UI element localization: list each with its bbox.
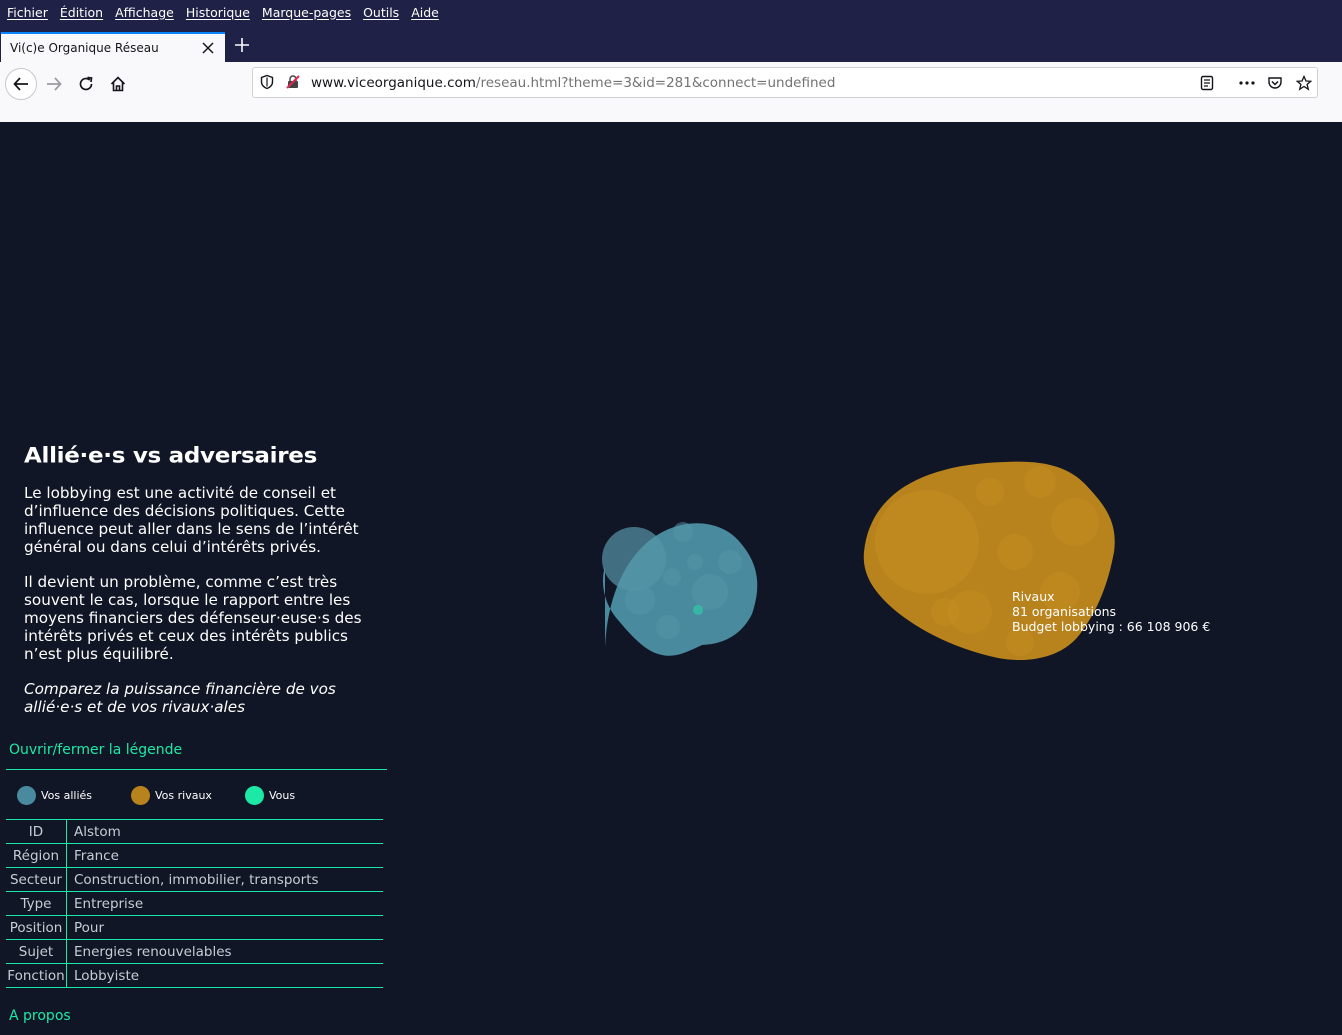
info-value: France [66,843,383,868]
menu-marque-pages[interactable]: Marque-pages [262,5,351,20]
table-row: Sujet Energies renouvelables [6,939,383,964]
home-icon[interactable] [102,68,134,100]
menu-historique[interactable]: Historique [186,5,250,20]
tab-bar: Vi(c)e Organique Réseau [0,24,1342,62]
menu-outils[interactable]: Outils [363,5,399,20]
url-bar[interactable]: www.viceorganique.com/reseau.html?theme=… [252,67,1318,98]
reload-icon[interactable] [70,68,102,100]
info-key: Type [6,891,67,916]
toolbar-strip [0,106,1342,122]
info-value: Lobbyiste [66,963,383,988]
legend-item-allies: Vos alliés [17,786,92,805]
table-row: Type Entreprise [6,891,383,916]
rivals-dot-icon [131,786,150,805]
legend-divider [6,769,387,770]
tab-active[interactable]: Vi(c)e Organique Réseau [1,32,225,62]
rivals-bubble [997,534,1033,570]
table-row: Position Pour [6,915,383,940]
rivals-tooltip-count: 81 organisations [1012,604,1117,619]
rivals-bubble [1024,466,1056,498]
info-key: Sujet [6,939,67,964]
you-marker[interactable] [693,605,703,615]
info-value: Construction, immobilier, transports [66,867,383,892]
intro-title: Allié·e·s vs adversaires [24,444,317,468]
allies-bubble [673,522,693,542]
tab-title: Vi(c)e Organique Réseau [10,41,159,55]
allies-bubble [692,574,728,610]
intro-paragraph-3: Comparez la puissance financière de vos … [24,680,336,716]
allies-cluster[interactable] [602,522,758,656]
shield-icon[interactable] [259,74,275,94]
rivals-bubble [976,478,1004,506]
info-table: ID Alstom Région France Secteur Constructio… [6,819,383,988]
intro-panel: Allié·e·s vs adversaires Le lobbying est… [24,444,374,716]
info-key: ID [6,819,67,844]
info-value: Energies renouvelables [66,939,383,964]
legend-toggle-link[interactable]: Ouvrir/fermer la légende [9,742,182,758]
info-value: Alstom [66,819,383,844]
info-key: Fonction [6,963,67,988]
navigation-bar: www.viceorganique.com/reseau.html?theme=… [0,62,1342,107]
table-row: Secteur Construction, immobilier, transpo… [6,867,383,892]
forward-icon[interactable] [38,68,70,100]
page-content: Rivaux 81 organisations Budget lobbying … [0,122,1342,1035]
allies-bubble-large[interactable] [602,527,666,591]
reader-view-icon[interactable] [1199,75,1215,95]
rivals-tooltip-name: Rivaux [1012,589,1055,604]
allies-bubble [656,615,680,639]
info-key: Position [6,915,67,940]
url-path: /reseau.html?theme=3&id=281&connect=unde… [475,75,836,91]
intro-paragraph-1: Le lobbying est une activité de conseil … [24,484,359,556]
info-value: Pour [66,915,383,940]
menu-fichier[interactable]: Fichier [7,5,48,20]
legend-label-you: Vous [269,789,296,802]
menu-affichage[interactable]: Affichage [115,5,174,20]
new-tab-icon[interactable] [232,35,252,55]
legend-item-you: Vous [245,786,295,805]
you-dot-icon [245,786,264,805]
legend-label-allies: Vos alliés [41,789,93,802]
allies-bubble [718,550,742,574]
allies-bubble [663,568,681,586]
legend-label-rivals: Vos rivaux [155,789,212,802]
allies-bubble [625,585,655,615]
insecure-lock-icon[interactable] [285,74,301,94]
allies-dot-icon [17,786,36,805]
menu-bar: Fichier Édition Affichage Historique Mar… [0,0,1342,24]
rivals-bubble [1051,498,1099,546]
url-text[interactable]: www.viceorganique.com/reseau.html?theme=… [311,75,835,91]
table-row: Fonction Lobbyiste [6,963,383,988]
allies-bubble [687,554,703,570]
legend-item-rivals: Vos rivaux [131,786,212,805]
table-row: Région France [6,843,383,868]
about-link[interactable]: A propos [9,1008,71,1024]
menu-edition[interactable]: Édition [60,5,103,20]
table-row: ID Alstom [6,819,383,844]
bookmark-star-icon[interactable] [1295,74,1313,95]
rivals-bubble [931,598,959,626]
info-key: Secteur [6,867,67,892]
back-icon[interactable] [5,68,37,100]
rivals-bubble-large[interactable] [875,490,979,594]
url-domain: www.viceorganique.com [311,75,476,91]
info-key: Région [6,843,67,868]
more-actions-icon[interactable] [1238,75,1256,95]
rivals-tooltip-budget: Budget lobbying : 66 108 906 € [1012,619,1211,634]
close-icon[interactable] [201,41,215,55]
menu-aide[interactable]: Aide [411,5,439,20]
info-value: Entreprise [66,891,383,916]
pocket-icon[interactable] [1267,75,1283,95]
intro-paragraph-2: Il devient un problème, comme c’est très… [24,573,362,663]
